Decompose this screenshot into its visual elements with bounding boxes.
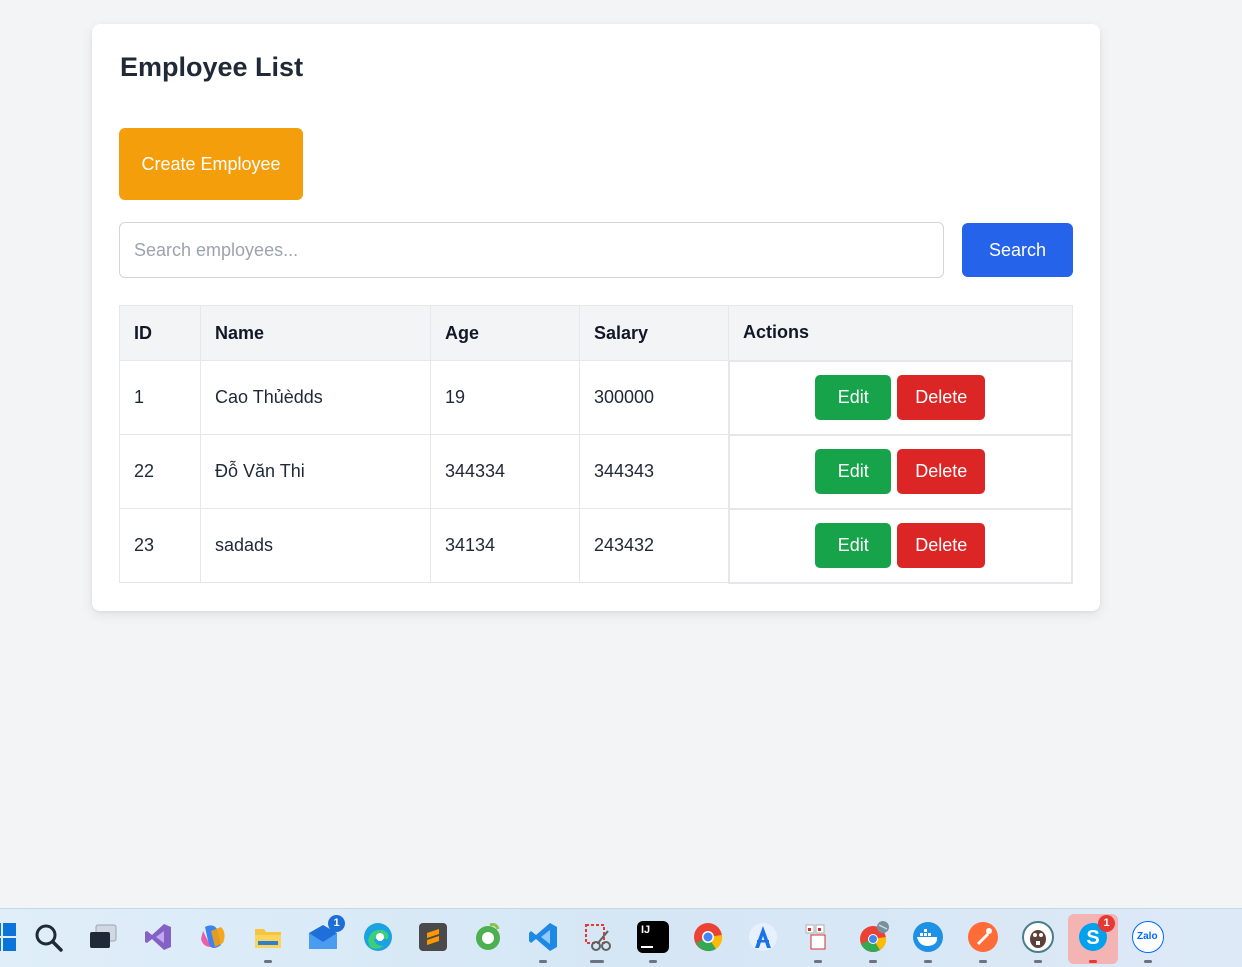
cell-age: 344334	[430, 434, 580, 509]
cell-name: Cao Thủèdds	[200, 360, 431, 435]
cell-name: Đỗ Văn Thi	[200, 434, 431, 509]
cell-id: 1	[119, 360, 201, 435]
edit-button[interactable]: Edit	[815, 375, 892, 420]
header-age: Age	[430, 305, 580, 361]
vscode-icon[interactable]	[527, 921, 559, 953]
taskbar: 1 IJ S 1 Zalo	[0, 908, 1242, 967]
header-id: ID	[119, 305, 201, 361]
delete-button[interactable]: Delete	[897, 523, 986, 568]
running-indicator	[539, 960, 547, 963]
file-explorer-icon[interactable]	[252, 921, 284, 953]
running-indicator	[590, 960, 604, 963]
header-name: Name	[200, 305, 431, 361]
edge-icon[interactable]	[362, 921, 394, 953]
cell-id: 22	[119, 434, 201, 509]
sublime-text-icon[interactable]	[417, 921, 449, 953]
header-actions: Actions	[728, 305, 1073, 361]
delete-button[interactable]: Delete	[897, 375, 986, 420]
cell-salary: 344343	[579, 434, 729, 509]
table-header-row: ID Name Age Salary Actions	[119, 305, 1073, 361]
search-icon[interactable]	[32, 921, 64, 953]
running-indicator	[1089, 960, 1097, 963]
mail-badge: 1	[328, 915, 345, 932]
visual-studio-icon[interactable]	[142, 921, 174, 953]
cell-actions: Edit Delete	[727, 359, 1073, 436]
running-indicator	[869, 960, 877, 963]
running-indicator	[1144, 960, 1152, 963]
coccoc-icon[interactable]	[472, 921, 504, 953]
cell-name: sadads	[200, 508, 431, 583]
cell-age: 19	[430, 360, 580, 435]
running-indicator	[924, 960, 932, 963]
svg-text:S: S	[1086, 927, 1099, 949]
cell-actions: Edit Delete	[727, 507, 1073, 584]
create-employee-button[interactable]: Create Employee	[119, 128, 303, 200]
docker-icon[interactable]	[912, 921, 944, 953]
task-view-icon[interactable]	[87, 921, 119, 953]
app-icon[interactable]	[802, 921, 834, 953]
cell-id: 23	[119, 508, 201, 583]
chrome-profile-icon[interactable]	[857, 921, 889, 953]
skype-icon[interactable]: S 1	[1077, 915, 1115, 953]
windows-start-icon[interactable]	[0, 921, 18, 953]
cell-age: 34134	[430, 508, 580, 583]
postman-icon[interactable]	[967, 921, 999, 953]
search-input[interactable]	[119, 222, 944, 278]
page-title: Employee List	[120, 52, 304, 82]
cell-salary: 300000	[579, 360, 729, 435]
skype-badge: 1	[1098, 915, 1115, 932]
chrome-icon[interactable]	[692, 921, 724, 953]
header-salary: Salary	[579, 305, 729, 361]
snipping-tool-icon[interactable]	[582, 921, 614, 953]
mail-icon[interactable]: 1	[307, 915, 345, 953]
search-button[interactable]: Search	[962, 223, 1073, 277]
running-indicator	[814, 960, 822, 963]
running-indicator	[264, 960, 272, 963]
zalo-icon[interactable]: Zalo	[1132, 921, 1164, 953]
copilot-icon[interactable]	[197, 921, 229, 953]
running-indicator	[979, 960, 987, 963]
intellij-icon[interactable]: IJ	[637, 921, 669, 953]
android-studio-icon[interactable]	[747, 921, 779, 953]
edit-button[interactable]: Edit	[815, 523, 892, 568]
employee-card: Employee List Create Employee Search ID …	[92, 24, 1100, 611]
table-row: 23 sadads 34134 243432 Edit Delete	[119, 507, 1073, 584]
employee-table: ID Name Age Salary Actions 1 Cao Thủèdds…	[119, 305, 1073, 584]
dbeaver-icon[interactable]	[1022, 921, 1054, 953]
delete-button[interactable]: Delete	[897, 449, 986, 494]
cell-actions: Edit Delete	[727, 433, 1073, 510]
cell-salary: 243432	[579, 508, 729, 583]
running-indicator	[649, 960, 657, 963]
running-indicator	[1034, 960, 1042, 963]
table-row: 1 Cao Thủèdds 19 300000 Edit Delete	[119, 359, 1073, 436]
table-row: 22 Đỗ Văn Thi 344334 344343 Edit Delete	[119, 433, 1073, 510]
edit-button[interactable]: Edit	[815, 449, 892, 494]
